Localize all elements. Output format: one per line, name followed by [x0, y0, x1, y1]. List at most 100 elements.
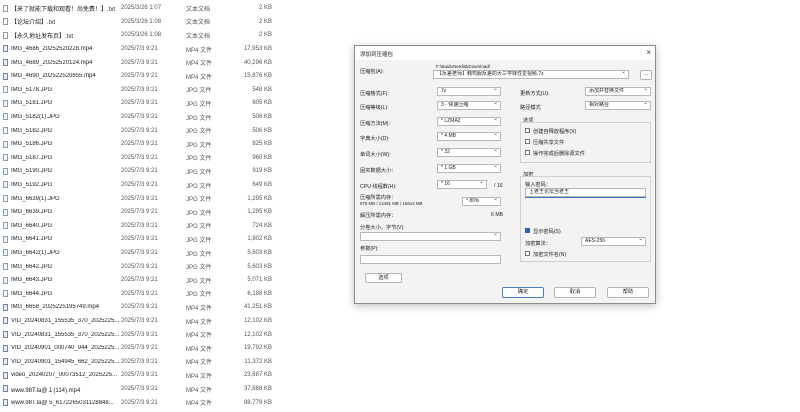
file-type: 文本文档	[186, 20, 211, 27]
file-row[interactable]: IMG_5178.JPG 2025/7/3 9:21 JPG 文件 548 KB	[0, 83, 290, 97]
jpg-file-icon	[3, 290, 8, 298]
file-row[interactable]: IMG_6640.JPG 2025/7/3 9:21 JPG 文件 724 KB	[0, 219, 290, 233]
file-row[interactable]: IMG_6641.JPG 2025/7/3 9:21 JPG 文件 1,802 KB	[0, 233, 290, 247]
encrypt-names-checkbox[interactable]	[525, 251, 530, 256]
enc-method-select[interactable]: AES-256	[581, 237, 646, 246]
file-size: 1,295 KB	[247, 195, 272, 202]
level-select[interactable]: 3 - 快速压缩	[437, 101, 501, 110]
split-select[interactable]	[360, 232, 501, 241]
file-row[interactable]: IMG_5187.JPG 2025/7/3 9:21 JPG 文件 960 KB	[0, 151, 290, 165]
level-label: 压缩等级(L):	[360, 105, 389, 111]
sfx-label: 创建自释放程序(X)	[533, 129, 577, 135]
file-type: 文本文档	[186, 33, 211, 40]
file-row[interactable]: IMG_4689_20252520124.mp4 2025/7/3 9:21 MP4…	[0, 56, 290, 70]
file-type: JPG 文件	[186, 129, 212, 136]
delete-label: 操作完成后删除源文件	[533, 151, 585, 157]
file-row[interactable]: 【论坛介绍】.txt 2025/3/26 1:08 文本文档 2 KB	[0, 15, 290, 29]
sfx-checkbox[interactable]	[525, 128, 530, 133]
file-row[interactable]: 【来了就能下载和观看！尚免费！】.txt 2025/3/26 1:07 文本文档 2 …	[0, 2, 290, 16]
archive-path: F:\BaiduNetdiskDownload\	[436, 64, 491, 69]
file-row[interactable]: video_20240207_00073512_2025225... 2025/7…	[0, 369, 290, 383]
solid-select[interactable]: * 1 GB	[437, 164, 501, 173]
file-type: JPG 文件	[186, 224, 212, 231]
file-row[interactable]: IMG_6642.JPG 2025/7/3 9:21 JPG 文件 5,603 KB	[0, 260, 290, 274]
word-select[interactable]: * 32	[437, 148, 501, 157]
file-row[interactable]: VID_20240901_000740_944_2025225... 2025/7…	[0, 342, 290, 356]
file-row[interactable]: IMG_5186.JPG 2025/7/3 9:21 JPG 文件 825 KB	[0, 138, 290, 152]
shared-checkbox[interactable]	[525, 139, 530, 144]
file-date: 2025/7/3 9:21	[121, 331, 158, 338]
browse-button[interactable]: ...	[640, 70, 652, 80]
jpg-file-icon	[3, 126, 8, 134]
password-input[interactable]: 上老王论坛当老王	[525, 188, 646, 197]
method-select[interactable]: * LZMA2	[437, 117, 501, 126]
file-row[interactable]: IMG_6643.JPG 2025/7/3 9:21 JPG 文件 5,071 KB	[0, 274, 290, 288]
file-name: VID_20240901_154945_662_2025225...	[11, 358, 120, 365]
cancel-button[interactable]: 取消	[554, 287, 596, 298]
params-input[interactable]	[360, 255, 501, 264]
file-name: IMG_6643.JPG	[11, 277, 53, 284]
file-type: JPG 文件	[186, 88, 212, 95]
file-size: 825 KB	[252, 141, 272, 148]
file-date: 2025/7/3 9:21	[121, 250, 158, 257]
show-password-checkbox[interactable]	[525, 228, 530, 233]
cpu-select[interactable]: * 16	[437, 180, 487, 189]
options-button[interactable]: 选项	[365, 273, 402, 283]
jpg-file-icon	[3, 181, 8, 189]
format-select[interactable]: 7z	[437, 87, 501, 96]
file-row[interactable]: IMG_5190.JPG 2025/7/3 9:21 JPG 文件 919 KB	[0, 165, 290, 179]
file-row[interactable]: VID_20240831_155535_370_2025225... 2025/7…	[0, 314, 290, 328]
archive-name-combo[interactable]: 【反差老师】韩鸡服反差的大三学妹性爱视频.7z	[433, 70, 629, 79]
file-type: JPG 文件	[186, 292, 212, 299]
file-row[interactable]: IMG_6658_2025225195749.mp4 2025/7/3 9:21 M…	[0, 301, 290, 315]
file-date: 2025/7/3 9:21	[121, 277, 158, 284]
help-button[interactable]: 帮助	[607, 287, 649, 298]
word-label: 单词大小(W):	[360, 152, 391, 158]
file-row[interactable]: IMG_4690_202522520855.mp4 2025/7/3 9:21 MP…	[0, 70, 290, 84]
file-row[interactable]: 【永久地址发布页】.txt 2025/3/26 1:08 文本文档 2 KB	[0, 29, 290, 43]
file-row[interactable]: IMG_5182.JPG 2025/7/3 9:21 JPG 文件 506 KB	[0, 124, 290, 138]
jpg-file-icon	[3, 208, 8, 216]
file-name: IMG_5190.JPG	[11, 168, 53, 175]
memory-percent-select[interactable]: * 80%	[462, 197, 501, 206]
jpg-file-icon	[3, 140, 8, 148]
file-size: 5,603 KB	[247, 263, 272, 270]
file-type: JPG 文件	[186, 237, 212, 244]
delete-checkbox[interactable]	[525, 150, 530, 155]
file-size: 17,953 KB	[243, 46, 272, 53]
file-type: MP4 文件	[186, 346, 213, 353]
file-name: IMG_5178.JPG	[11, 86, 53, 93]
file-date: 2025/7/3 9:21	[121, 182, 158, 189]
file-row[interactable]: VID_20240831_155535_370_2025225... 2025/7…	[0, 328, 290, 342]
file-name: VID_20240831_155535_370_2025225...	[11, 318, 120, 325]
file-row[interactable]: IMG_6644.JPG 2025/7/3 9:21 JPG 文件 6,188 KB	[0, 287, 290, 301]
cpu-total: / 16	[494, 183, 503, 189]
mp4-file-icon	[3, 371, 8, 379]
file-date: 2025/7/3 9:21	[121, 290, 158, 297]
file-row[interactable]: IMG_6639.JPG 2025/7/3 9:21 JPG 文件 1,295 KB	[0, 206, 290, 220]
dict-select[interactable]: * 4 MB	[437, 132, 501, 141]
update-select[interactable]: 添加并替换文件	[585, 87, 651, 96]
close-icon[interactable]: ×	[646, 48, 651, 57]
file-date: 2025/3/26 1:08	[121, 32, 162, 39]
file-row[interactable]: IMG_5181.JPG 2025/7/3 9:21 JPG 文件 605 KB	[0, 97, 290, 111]
file-type: JPG 文件	[186, 251, 212, 258]
mp4-file-icon	[3, 398, 8, 406]
file-row[interactable]: IMG_4686_20252520228.mp4 2025/7/3 9:21 MP4…	[0, 42, 290, 56]
file-row[interactable]: IMG_6639(1).JPG 2025/7/3 9:21 JPG 文件 1,295 …	[0, 192, 290, 206]
file-row[interactable]: www.98T.la@ 5_6172265031128848... 2025/7/…	[0, 396, 290, 410]
mp4-file-icon	[3, 58, 8, 66]
file-date: 2025/7/3 9:21	[121, 114, 158, 121]
file-row[interactable]: IMG_6642(1).JPG 2025/7/3 9:21 JPG 文件 5,603 …	[0, 246, 290, 260]
file-row[interactable]: www.98T.la@１(114).mp4 2025/7/3 9:21 MP4 文件…	[0, 382, 290, 396]
pathmode-select[interactable]: 相对路径	[585, 101, 651, 110]
file-date: 2025/7/3 9:21	[121, 304, 158, 311]
file-name: video_20240207_00073512_2025225...	[11, 372, 118, 379]
ok-button[interactable]: 确定	[502, 287, 544, 298]
file-row[interactable]: IMG_5182(1).JPG 2025/7/3 9:21 JPG 文件 506 KB	[0, 110, 290, 124]
file-date: 2025/7/3 9:21	[121, 318, 158, 325]
file-row[interactable]: IMG_5192.JPG 2025/7/3 9:21 JPG 文件 649 KB	[0, 178, 290, 192]
file-size: 605 KB	[252, 100, 272, 107]
dialog-titlebar[interactable]: 添加到压缩包 ×	[355, 46, 655, 60]
file-row[interactable]: VID_20240901_154945_662_2025225... 2025/7…	[0, 355, 290, 369]
